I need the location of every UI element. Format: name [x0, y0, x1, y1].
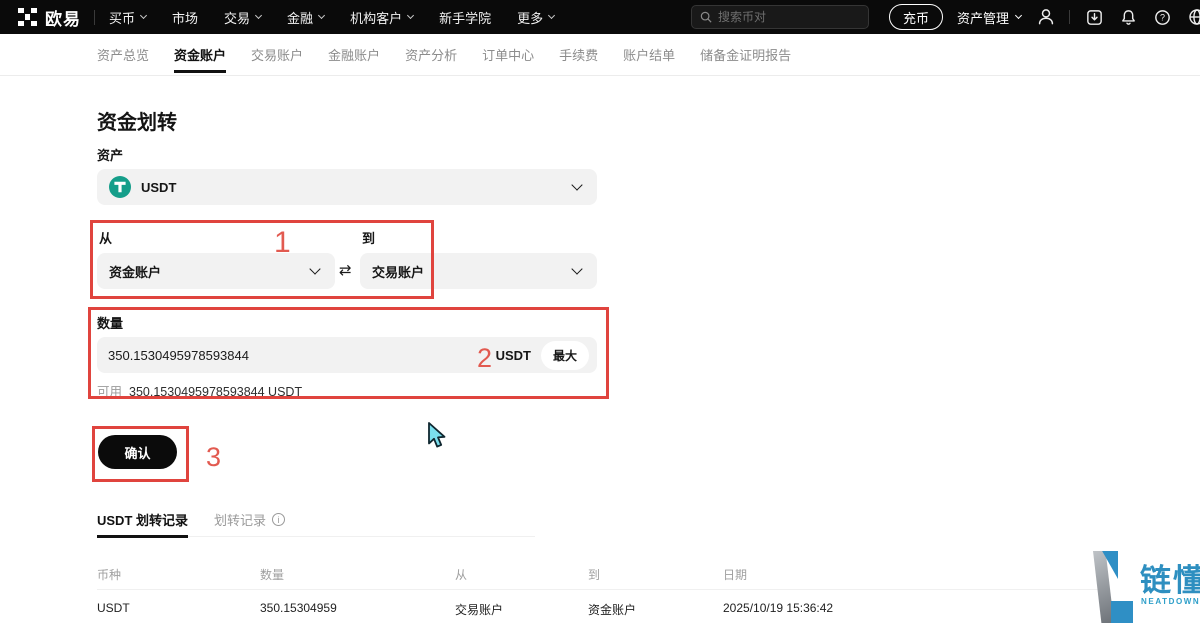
chevron-down-icon [318, 12, 325, 19]
max-button[interactable]: 最大 [541, 341, 589, 370]
row-cell-date: 2025/10/19 15:36:42 [723, 601, 833, 615]
chevron-down-icon [407, 12, 414, 19]
okx-transfer-page: 欧易 买币 市场 交易 金融 机构客户 新手学院 更多 充币 资产管理 [0, 0, 1200, 624]
menu-buy-crypto[interactable]: 买币 [109, 8, 146, 27]
amount-label: 数量 [97, 313, 123, 332]
search-box[interactable] [691, 5, 869, 29]
watermark: 链懂 NEATDOWN.COM [1080, 551, 1200, 624]
watermark-logo-blue-top [1100, 551, 1118, 579]
menu-markets[interactable]: 市场 [172, 8, 198, 27]
asset-select-value: USDT [141, 180, 176, 195]
tab-all-transfer-records[interactable]: 划转记录 i [214, 503, 285, 537]
column-header-to: 到 [588, 566, 600, 583]
asset-label: 资产 [97, 145, 123, 164]
top-navigation-bar: 欧易 买币 市场 交易 金融 机构客户 新手学院 更多 充币 资产管理 [0, 0, 1200, 34]
tab-funding-account[interactable]: 资金账户 [174, 34, 226, 76]
tab-usdt-transfer-records[interactable]: USDT 划转记录 [97, 503, 188, 537]
watermark-site: NEATDOWN.COM [1141, 597, 1200, 606]
chevron-down-icon [309, 263, 320, 274]
info-icon: i [272, 513, 285, 526]
menu-more[interactable]: 更多 [517, 8, 554, 27]
tab-finance-account[interactable]: 金融账户 [328, 34, 380, 76]
to-label: 到 [362, 228, 375, 247]
menu-institutional[interactable]: 机构客户 [350, 8, 413, 27]
amount-unit: USDT [496, 348, 531, 363]
row-cell-from: 交易账户 [455, 601, 503, 618]
watermark-logo-gray-shape [1084, 551, 1114, 623]
account-subnav: 资产总览 资金账户 交易账户 金融账户 资产分析 订单中心 手续费 账户结单 储… [0, 34, 1200, 76]
column-header-date: 日期 [723, 566, 747, 583]
menu-academy[interactable]: 新手学院 [439, 8, 491, 27]
tab-assets-overview[interactable]: 资产总览 [97, 34, 149, 76]
assets-menu[interactable]: 资产管理 [957, 8, 1021, 27]
amount-field: USDT 最大 [97, 337, 597, 373]
help-icon[interactable]: ? [1153, 8, 1172, 27]
chevron-down-icon [571, 263, 582, 274]
notifications-bell-icon[interactable] [1119, 8, 1138, 27]
tab-fees[interactable]: 手续费 [559, 34, 598, 76]
language-globe-icon[interactable] [1187, 7, 1200, 27]
to-account-select[interactable]: 交易账户 [360, 253, 597, 289]
svg-text:?: ? [1160, 12, 1165, 22]
available-value: 350.1530495978593844 USDT [129, 385, 302, 399]
usdt-coin-icon [109, 176, 131, 198]
asset-select[interactable]: USDT [97, 169, 597, 205]
main-menu: 买币 市场 交易 金融 机构客户 新手学院 更多 [109, 8, 554, 27]
row-cell-amount: 350.15304959 [260, 601, 337, 615]
confirm-button[interactable]: 确认 [98, 435, 177, 469]
row-cell-to: 资金账户 [588, 601, 636, 618]
chevron-down-icon [255, 12, 262, 19]
column-header-from: 从 [455, 566, 467, 583]
profile-icon[interactable] [1036, 7, 1056, 27]
tab-trading-account[interactable]: 交易账户 [251, 34, 303, 76]
records-tabs: USDT 划转记录 划转记录 i [97, 503, 535, 537]
available-balance: 可用 350.1530495978593844 USDT [97, 381, 302, 400]
swap-direction-button[interactable]: ⇄ [339, 261, 352, 279]
download-app-icon[interactable] [1085, 8, 1104, 27]
okx-logo-icon[interactable] [18, 8, 37, 27]
menu-trade[interactable]: 交易 [224, 8, 261, 27]
topbar-divider [94, 10, 95, 25]
search-input[interactable] [718, 10, 848, 24]
chevron-down-icon [548, 12, 555, 19]
tab-account-statement[interactable]: 账户结单 [623, 34, 675, 76]
from-account-value: 资金账户 [109, 262, 161, 281]
row-cell-coin: USDT [97, 601, 130, 615]
mouse-cursor-icon [424, 421, 448, 450]
amount-input[interactable] [108, 348, 496, 363]
column-header-coin: 币种 [97, 566, 121, 583]
chevron-down-icon [1015, 12, 1022, 19]
tab-proof-of-reserves[interactable]: 储备金证明报告 [700, 34, 791, 76]
search-icon [700, 11, 712, 23]
table-divider [97, 589, 1104, 590]
deposit-button[interactable]: 充币 [889, 4, 943, 30]
to-account-value: 交易账户 [372, 262, 424, 281]
icons-divider [1069, 10, 1070, 24]
watermark-logo-blue-foot [1111, 601, 1133, 623]
tab-order-center[interactable]: 订单中心 [482, 34, 534, 76]
brand-name[interactable]: 欧易 [45, 5, 81, 30]
available-label: 可用 [97, 385, 122, 399]
from-account-select[interactable]: 资金账户 [97, 253, 335, 289]
column-header-amount: 数量 [260, 566, 284, 583]
menu-finance[interactable]: 金融 [287, 8, 324, 27]
page-title: 资金划转 [97, 106, 177, 135]
chevron-down-icon [140, 12, 147, 19]
watermark-brand: 链懂 [1140, 555, 1200, 600]
chevron-down-icon [571, 179, 582, 190]
from-label: 从 [99, 228, 112, 247]
annotation-number-3: 3 [206, 442, 221, 473]
tab-asset-analysis[interactable]: 资产分析 [405, 34, 457, 76]
